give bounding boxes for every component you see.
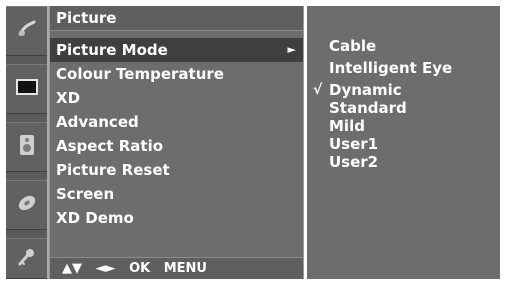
satellite-dish-icon bbox=[16, 18, 38, 44]
menu-item-label: Aspect Ratio bbox=[56, 137, 164, 155]
submenu-item-label: Cable bbox=[329, 37, 377, 55]
picture-mode-options: Cable Intelligent Eye √ Dynamic Standard… bbox=[307, 37, 500, 171]
picture-mode-submenu: Cable Intelligent Eye √ Dynamic Standard… bbox=[305, 6, 500, 279]
menu-item-label: Advanced bbox=[56, 113, 139, 131]
menu-item-picture-reset[interactable]: Picture Reset bbox=[50, 158, 303, 182]
submenu-arrow-icon: ► bbox=[287, 43, 296, 56]
osd-category-rail bbox=[6, 6, 49, 279]
menu-item-xd-demo[interactable]: XD Demo bbox=[50, 206, 303, 230]
submenu-item-label: Mild bbox=[329, 117, 365, 135]
submenu-item-label: Intelligent Eye bbox=[329, 59, 453, 77]
picture-menu-list: Picture Mode ► Colour Temperature XD Adv… bbox=[50, 38, 303, 230]
menu-item-xd[interactable]: XD bbox=[50, 86, 303, 110]
navigation-hint-bar: ▲▼ ◄► OK MENU bbox=[50, 257, 303, 279]
panel-title: Picture bbox=[50, 6, 303, 31]
menu-item-aspect-ratio[interactable]: Aspect Ratio bbox=[50, 134, 303, 158]
menu-item-label: Colour Temperature bbox=[56, 65, 224, 83]
submenu-item-standard[interactable]: Standard bbox=[307, 99, 500, 117]
submenu-item-intelligent-eye[interactable]: Intelligent Eye bbox=[307, 59, 500, 77]
rail-slot-audio[interactable] bbox=[6, 122, 47, 172]
nav-leftright-hint: ◄► bbox=[95, 261, 116, 276]
submenu-item-label: User2 bbox=[329, 153, 379, 171]
menu-item-advanced[interactable]: Advanced bbox=[50, 110, 303, 134]
submenu-item-label: Standard bbox=[329, 99, 407, 117]
submenu-item-mild[interactable]: Mild bbox=[307, 117, 500, 135]
menu-item-label: Picture Reset bbox=[56, 161, 170, 179]
checkmark-icon: √ bbox=[313, 82, 323, 98]
menu-item-colour-temperature[interactable]: Colour Temperature bbox=[50, 62, 303, 86]
picture-menu-panel: Picture Picture Mode ► Colour Temperatur… bbox=[49, 6, 304, 279]
menu-item-label: XD bbox=[56, 89, 81, 107]
menu-hint: MENU bbox=[163, 261, 207, 276]
speaker-icon bbox=[18, 134, 36, 160]
submenu-item-dynamic[interactable]: √ Dynamic bbox=[307, 81, 500, 99]
key-icon bbox=[16, 246, 38, 272]
tv-osd-screen: Picture Picture Mode ► Colour Temperatur… bbox=[6, 6, 500, 279]
picture-screen-icon bbox=[15, 78, 38, 100]
menu-item-picture-mode[interactable]: Picture Mode ► bbox=[50, 38, 303, 62]
rail-slot-picture[interactable] bbox=[6, 64, 47, 114]
menu-item-screen[interactable]: Screen bbox=[50, 182, 303, 206]
menu-item-label: XD Demo bbox=[56, 209, 134, 227]
menu-item-label: Picture Mode bbox=[56, 41, 168, 59]
submenu-item-label: User1 bbox=[329, 135, 379, 153]
ok-hint: OK bbox=[129, 261, 151, 276]
submenu-item-label: Dynamic bbox=[329, 81, 402, 99]
submenu-item-user2[interactable]: User2 bbox=[307, 153, 500, 171]
submenu-item-cable[interactable]: Cable bbox=[307, 37, 500, 55]
submenu-item-user1[interactable]: User1 bbox=[307, 135, 500, 153]
rail-slot-antenna[interactable] bbox=[6, 6, 47, 56]
rail-slot-lock[interactable] bbox=[6, 238, 47, 279]
rail-slot-options[interactable] bbox=[6, 180, 47, 230]
nav-updown-hint: ▲▼ bbox=[62, 261, 82, 276]
menu-item-label: Screen bbox=[56, 185, 115, 203]
disc-icon bbox=[16, 192, 38, 218]
